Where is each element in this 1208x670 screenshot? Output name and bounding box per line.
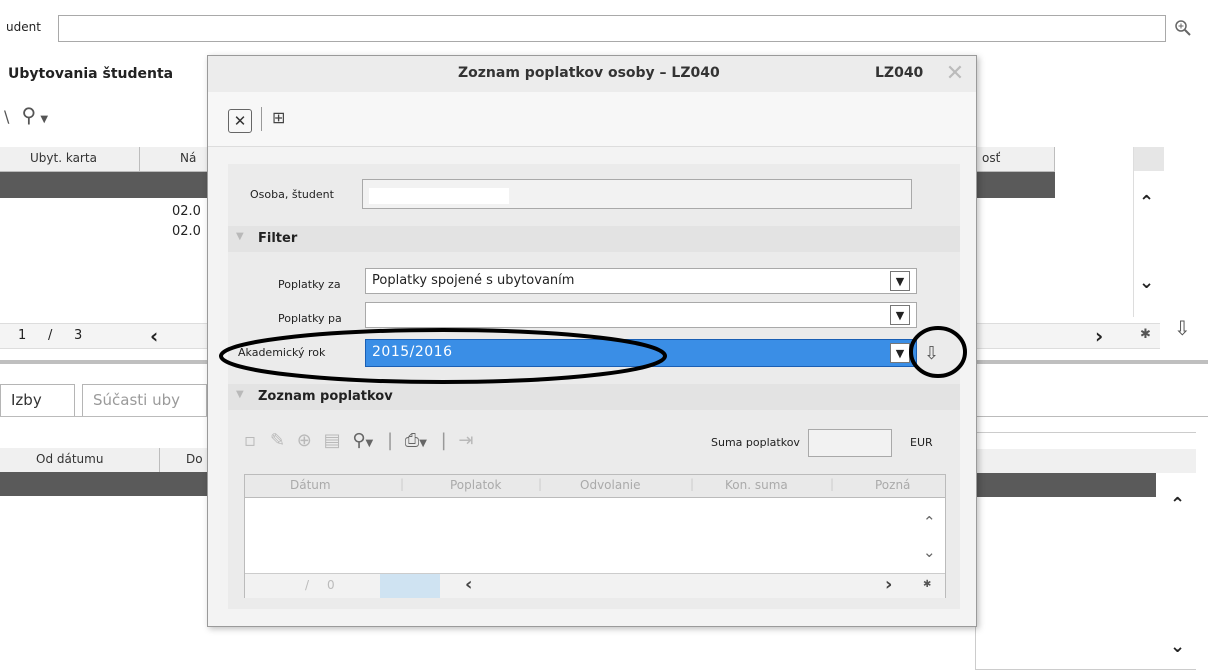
close-icon[interactable]: ✕ (942, 60, 968, 86)
zoznam-label: Zoznam poplatkov (258, 389, 393, 404)
dialog-title: Zoznam poplatkov osoby – LZ040 (458, 65, 720, 81)
student-field[interactable] (58, 15, 1166, 42)
print-icon[interactable]: ⎙ (405, 430, 419, 451)
scroll-up-icon[interactable]: ⌃ (1139, 192, 1154, 213)
suma-label: Suma poplatkov (711, 436, 800, 449)
search-icon[interactable]: \ (4, 107, 9, 126)
section-title: Ubytovania študenta (8, 66, 174, 82)
delete-icon[interactable]: ▤ (324, 430, 341, 451)
filter-label: Filter (258, 231, 298, 246)
edit-icon[interactable]: ✎ (270, 430, 285, 451)
dialog: Zoznam poplatkov osoby – LZ040 LZ040 ✕ ✕… (207, 55, 977, 627)
col-kon-suma[interactable]: Kon. suma (725, 478, 788, 492)
lower-panel (975, 432, 1196, 670)
currency-label: EUR (910, 436, 933, 449)
suma-field (808, 429, 892, 457)
lower-scroll-up-icon[interactable]: ⌃ (1170, 494, 1185, 515)
collapse-icon[interactable]: ▼ (236, 389, 244, 400)
col-ubyt-karta[interactable]: Ubyt. karta (0, 147, 140, 171)
tab-sucasti[interactable]: Súčasti uby (82, 384, 207, 417)
student-label: udent (6, 20, 41, 34)
pager-total: 3 (74, 328, 83, 343)
add-icon[interactable]: ▫ (244, 430, 256, 451)
fee-grid: Dátum | Poplatok | Odvolanie | Kon. suma… (244, 474, 946, 598)
fee-settings-icon[interactable]: ✱ (923, 579, 931, 590)
zoom-icon[interactable]: ⊕ (297, 430, 312, 451)
osoba-label: Osoba, študent (250, 188, 334, 201)
upper-scrollbar[interactable]: ⌃ ⌄ (1133, 147, 1164, 317)
osoba-field[interactable] (362, 179, 912, 209)
col-pozna[interactable]: Pozná (875, 478, 910, 492)
fee-next-icon[interactable]: › (885, 574, 892, 595)
col-na[interactable]: Ná (140, 147, 210, 171)
run-icon[interactable]: ⚲ (22, 103, 37, 127)
fee-toolbar: ▫ ✎ ⊕ ▤ ⚲▼ | ⎙▼ | ⇥ (244, 430, 474, 451)
col-datum[interactable]: Dátum (290, 478, 331, 492)
fee-prev-icon[interactable]: ‹ (465, 574, 472, 595)
fee-pager-sep: / (305, 578, 310, 592)
row-date-1: 02.0 (172, 204, 201, 219)
pager-current[interactable]: 1 (18, 328, 26, 343)
zoom-icon[interactable] (1172, 17, 1194, 39)
poplatky-za-select[interactable]: Poplatky spojené s ubytovaním ▼ (365, 268, 917, 294)
pager-prev-icon[interactable]: ‹ (150, 324, 158, 348)
chevron-down-icon[interactable]: ▼ (40, 114, 48, 125)
col-do[interactable]: Do (160, 448, 210, 472)
fee-grid-header: Dátum | Poplatok | Odvolanie | Kon. suma… (245, 475, 945, 498)
tab-izby[interactable]: Izby (0, 384, 75, 417)
filter-header[interactable]: ▼ Filter (228, 226, 960, 252)
bg-toolbar: \ ⚲ ▼ (4, 103, 84, 127)
col-odvolanie[interactable]: Odvolanie (580, 478, 641, 492)
chevron-down-icon[interactable]: ▼ (890, 305, 910, 325)
scroll-down-icon[interactable]: ⌄ (1139, 272, 1154, 293)
fee-scroll-down-icon[interactable]: ⌄ (923, 543, 936, 561)
form-area: Osoba, študent ▼ Filter Poplatky za Popl… (219, 164, 967, 609)
collapse-icon[interactable]: ▼ (236, 231, 244, 242)
settings-icon[interactable]: ✱ (1140, 327, 1151, 342)
chevron-down-icon[interactable]: ▼ (890, 343, 910, 363)
col-poplatok[interactable]: Poplatok (450, 478, 501, 492)
export-icon[interactable]: ⇥ (458, 430, 473, 451)
run-icon[interactable]: ⚲ (352, 430, 365, 451)
fee-pager-current[interactable]: 0 (380, 574, 440, 598)
zoznam-header[interactable]: ▼ Zoznam poplatkov (228, 384, 960, 410)
poplatky-za-label: Poplatky za (278, 278, 341, 291)
fee-pager: / 0 0 ‹ › ✱ (245, 573, 945, 598)
col-ost[interactable]: osť (970, 147, 1055, 171)
dialog-titlebar[interactable]: Zoznam poplatkov osoby – LZ040 LZ040 ✕ (208, 56, 976, 93)
lower-selected-row[interactable] (0, 472, 210, 496)
dialog-code: LZ040 (875, 65, 924, 81)
row-date-2: 02.0 (172, 224, 201, 239)
fee-scroll-up-icon[interactable]: ⌃ (923, 513, 936, 531)
cancel-button[interactable]: ✕ (228, 109, 252, 133)
annotation-circle (909, 326, 967, 378)
lower-scroll-down-icon[interactable]: ⌄ (1170, 636, 1185, 657)
dialog-toolbar: ✕ ⊞ (208, 92, 976, 147)
hierarchy-icon[interactable]: ⊞ (272, 108, 285, 127)
pager-sep: / (48, 328, 53, 343)
download-arrow-icon[interactable]: ⇩ (1174, 316, 1191, 340)
pager-next-icon[interactable]: › (1095, 324, 1103, 348)
annotation-ellipse (219, 328, 667, 384)
fee-pager-value: 0 (327, 578, 335, 592)
col-od-datumu[interactable]: Od dátumu (0, 448, 160, 472)
chevron-down-icon[interactable]: ▼ (890, 271, 910, 291)
